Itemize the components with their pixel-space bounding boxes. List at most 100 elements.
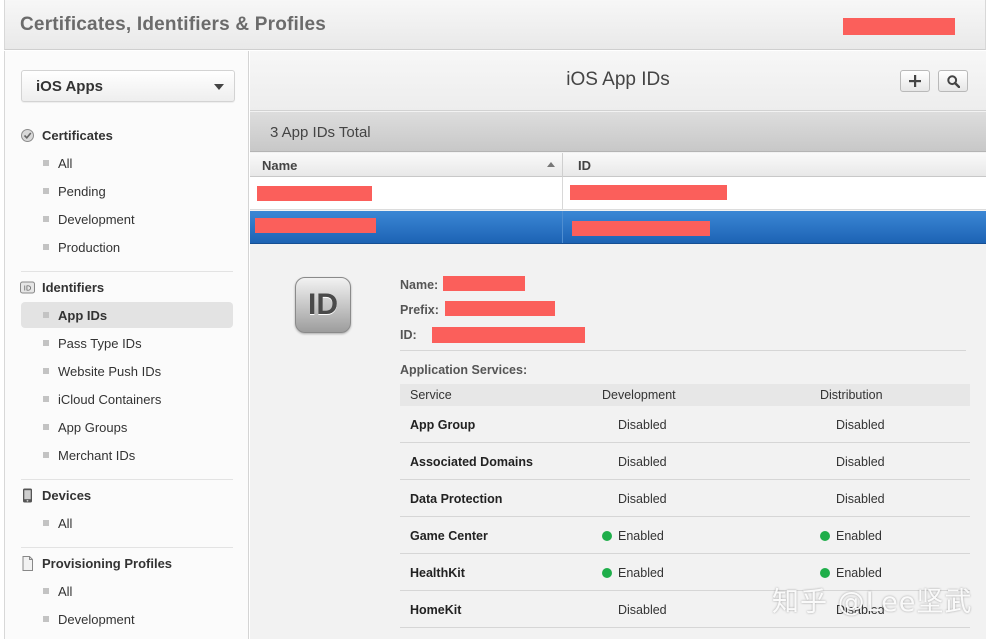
top-header: Certificates, Identifiers & Profiles: [4, 0, 986, 50]
section-divider: [21, 271, 233, 272]
section-certificates: Certificates: [20, 125, 113, 145]
section-title: Provisioning Profiles: [42, 555, 173, 571]
redacted-app-name: [257, 186, 372, 201]
sidebar-item-profiles-all[interactable]: All: [21, 578, 233, 604]
app-ids-count: 3 App IDs Total: [270, 124, 371, 141]
sidebar-item-production[interactable]: Production: [21, 234, 233, 260]
service-name: HealthKit: [410, 566, 465, 580]
distribution-status: Enabled: [820, 566, 882, 580]
bullet-icon: [43, 340, 49, 346]
name-label: Name:: [400, 278, 439, 292]
enabled-dot-icon: [602, 531, 612, 541]
sidebar-item-label: App Groups: [58, 419, 128, 435]
sidebar: iOS Apps Certificates All Pending Develo…: [4, 51, 249, 639]
bullet-icon: [43, 244, 49, 250]
redacted-prefix-value: [445, 301, 555, 316]
service-name: HomeKit: [410, 603, 462, 617]
device-icon: [20, 488, 35, 503]
redacted-id-value: [432, 327, 585, 343]
bullet-icon: [43, 588, 49, 594]
section-divider: [21, 547, 233, 548]
bullet-icon: [43, 160, 49, 166]
table-row[interactable]: [250, 177, 986, 210]
service-row: Data Protection Disabled Disabled: [400, 480, 970, 517]
sidebar-item-label: Development: [58, 611, 135, 627]
id-label: ID:: [400, 328, 417, 342]
sort-ascending-icon: [547, 162, 555, 167]
distribution-status: Disabled: [836, 492, 885, 506]
sidebar-item-app-ids[interactable]: App IDs: [21, 302, 233, 328]
development-status: Disabled: [618, 492, 667, 506]
service-column-header: Service: [410, 388, 452, 402]
bullet-icon: [43, 424, 49, 430]
development-status: Disabled: [618, 455, 667, 469]
sidebar-item-label: All: [58, 583, 73, 599]
section-identifiers: ID Identifiers: [20, 277, 104, 297]
enabled-dot-icon: [602, 568, 612, 578]
sidebar-item-label: Pending: [58, 183, 106, 199]
service-row: App Group Disabled Disabled: [400, 406, 970, 443]
sidebar-item-merchant-ids[interactable]: Merchant IDs: [21, 442, 233, 468]
sidebar-item-label: Pass Type IDs: [58, 335, 142, 351]
service-name: Data Protection: [410, 492, 503, 506]
section-provisioning-profiles: Provisioning Profiles: [20, 553, 172, 573]
column-divider: [562, 211, 563, 243]
status-text: Enabled: [618, 566, 664, 580]
redacted-app-id: [570, 185, 727, 200]
section-divider: [21, 479, 233, 480]
redacted-app-name: [255, 218, 376, 233]
sidebar-item-devices-all[interactable]: All: [21, 510, 233, 536]
enabled-dot-icon: [820, 568, 830, 578]
bullet-icon: [43, 312, 49, 318]
certificate-icon: [20, 128, 35, 143]
sidebar-item-label: Production: [58, 239, 121, 255]
status-text: Enabled: [836, 566, 882, 580]
main-header: iOS App IDs: [250, 51, 986, 111]
sidebar-item-website-push-ids[interactable]: Website Push IDs: [21, 358, 233, 384]
count-bar: 3 App IDs Total: [250, 112, 986, 152]
sidebar-item-label: iCloud Containers: [58, 391, 162, 407]
platform-select[interactable]: iOS Apps: [21, 70, 235, 102]
distribution-status: Disabled: [836, 455, 885, 469]
sidebar-item-certificates-all[interactable]: All: [21, 150, 233, 176]
column-header-name[interactable]: Name: [262, 158, 297, 173]
sidebar-item-development[interactable]: Development: [21, 206, 233, 232]
column-header-id[interactable]: ID: [578, 158, 591, 173]
service-name: App Group: [410, 418, 476, 432]
platform-select-value: iOS Apps: [36, 78, 103, 95]
main-title: iOS App IDs: [566, 69, 670, 90]
bullet-icon: [43, 520, 49, 526]
section-title: Devices: [42, 487, 92, 503]
services-title: Application Services:: [400, 363, 528, 377]
redacted-account-name[interactable]: [843, 18, 955, 35]
sidebar-item-icloud-containers[interactable]: iCloud Containers: [21, 386, 233, 412]
sidebar-item-label: All: [58, 155, 73, 171]
section-title: Identifiers: [42, 279, 105, 295]
search-button[interactable]: [938, 70, 968, 92]
sidebar-item-label: All: [58, 515, 73, 531]
page-title: Certificates, Identifiers & Profiles: [20, 14, 327, 35]
bullet-icon: [43, 452, 49, 458]
add-button[interactable]: [900, 70, 930, 92]
sidebar-item-label: App IDs: [58, 307, 108, 323]
redacted-app-id: [572, 221, 710, 236]
detail-divider: [400, 350, 966, 351]
redacted-name-value: [443, 276, 525, 291]
development-status: Disabled: [618, 418, 667, 432]
development-status: Enabled: [602, 566, 664, 580]
prefix-label: Prefix:: [400, 303, 439, 317]
table-row-selected[interactable]: [250, 211, 986, 244]
bullet-icon: [43, 396, 49, 402]
column-divider: [562, 177, 563, 209]
sidebar-item-pass-type-ids[interactable]: Pass Type IDs: [21, 330, 233, 356]
services-table-header: Service Development Distribution: [400, 384, 970, 406]
development-status: Enabled: [602, 529, 664, 543]
sidebar-item-app-groups[interactable]: App Groups: [21, 414, 233, 440]
table-header: Name ID: [250, 153, 986, 177]
sidebar-item-profiles-development[interactable]: Development: [21, 606, 233, 632]
svg-text:ID: ID: [24, 284, 31, 292]
watermark: 知乎 @Lee坚武: [772, 587, 973, 618]
plus-icon: [909, 75, 921, 87]
sidebar-item-pending[interactable]: Pending: [21, 178, 233, 204]
section-devices: Devices: [20, 485, 91, 505]
